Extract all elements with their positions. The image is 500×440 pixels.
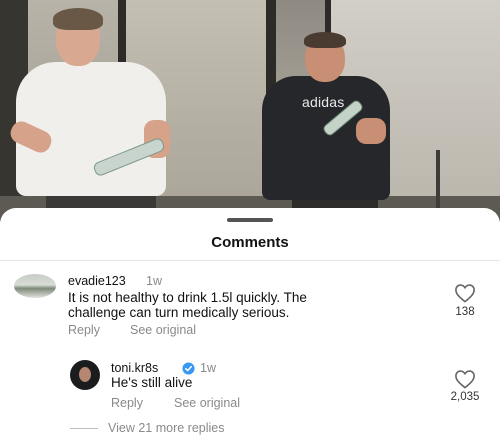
sheet-drag-handle[interactable] xyxy=(227,218,273,222)
comment-time: 1w xyxy=(146,274,162,288)
person-left-hair xyxy=(53,8,103,30)
reply-button[interactable]: Reply xyxy=(111,396,143,410)
person-right-hair xyxy=(304,32,346,48)
reply-text: He's still alive xyxy=(111,375,193,390)
avatar[interactable] xyxy=(70,360,100,390)
video-frame[interactable]: adidas xyxy=(0,0,500,222)
like-count: 2,035 xyxy=(450,391,480,403)
avatar-face xyxy=(79,367,91,382)
comment-text-line-2: challenge can turn medically serious. xyxy=(68,305,290,320)
heart-icon[interactable] xyxy=(454,369,476,389)
replies-divider-line xyxy=(70,428,98,429)
see-original-button[interactable]: See original xyxy=(130,323,196,337)
sheet-title: Comments xyxy=(211,234,289,251)
like-count: 138 xyxy=(455,306,475,318)
see-original-button[interactable]: See original xyxy=(174,396,240,410)
divider xyxy=(0,260,500,261)
reply-username[interactable]: toni.kr8s xyxy=(111,361,158,375)
comment-text-line-1: It is not healthy to drink 1.5l quickly.… xyxy=(68,290,307,305)
comment-username[interactable]: evadie123 xyxy=(68,274,126,288)
view-more-replies-button[interactable]: View 21 more replies xyxy=(108,421,225,435)
reply-button[interactable]: Reply xyxy=(68,323,100,337)
person-right-arm xyxy=(356,118,386,144)
heart-icon[interactable] xyxy=(454,283,476,303)
avatar[interactable] xyxy=(14,274,56,298)
reply-time: 1w xyxy=(200,361,216,375)
verified-badge-icon xyxy=(182,362,195,375)
